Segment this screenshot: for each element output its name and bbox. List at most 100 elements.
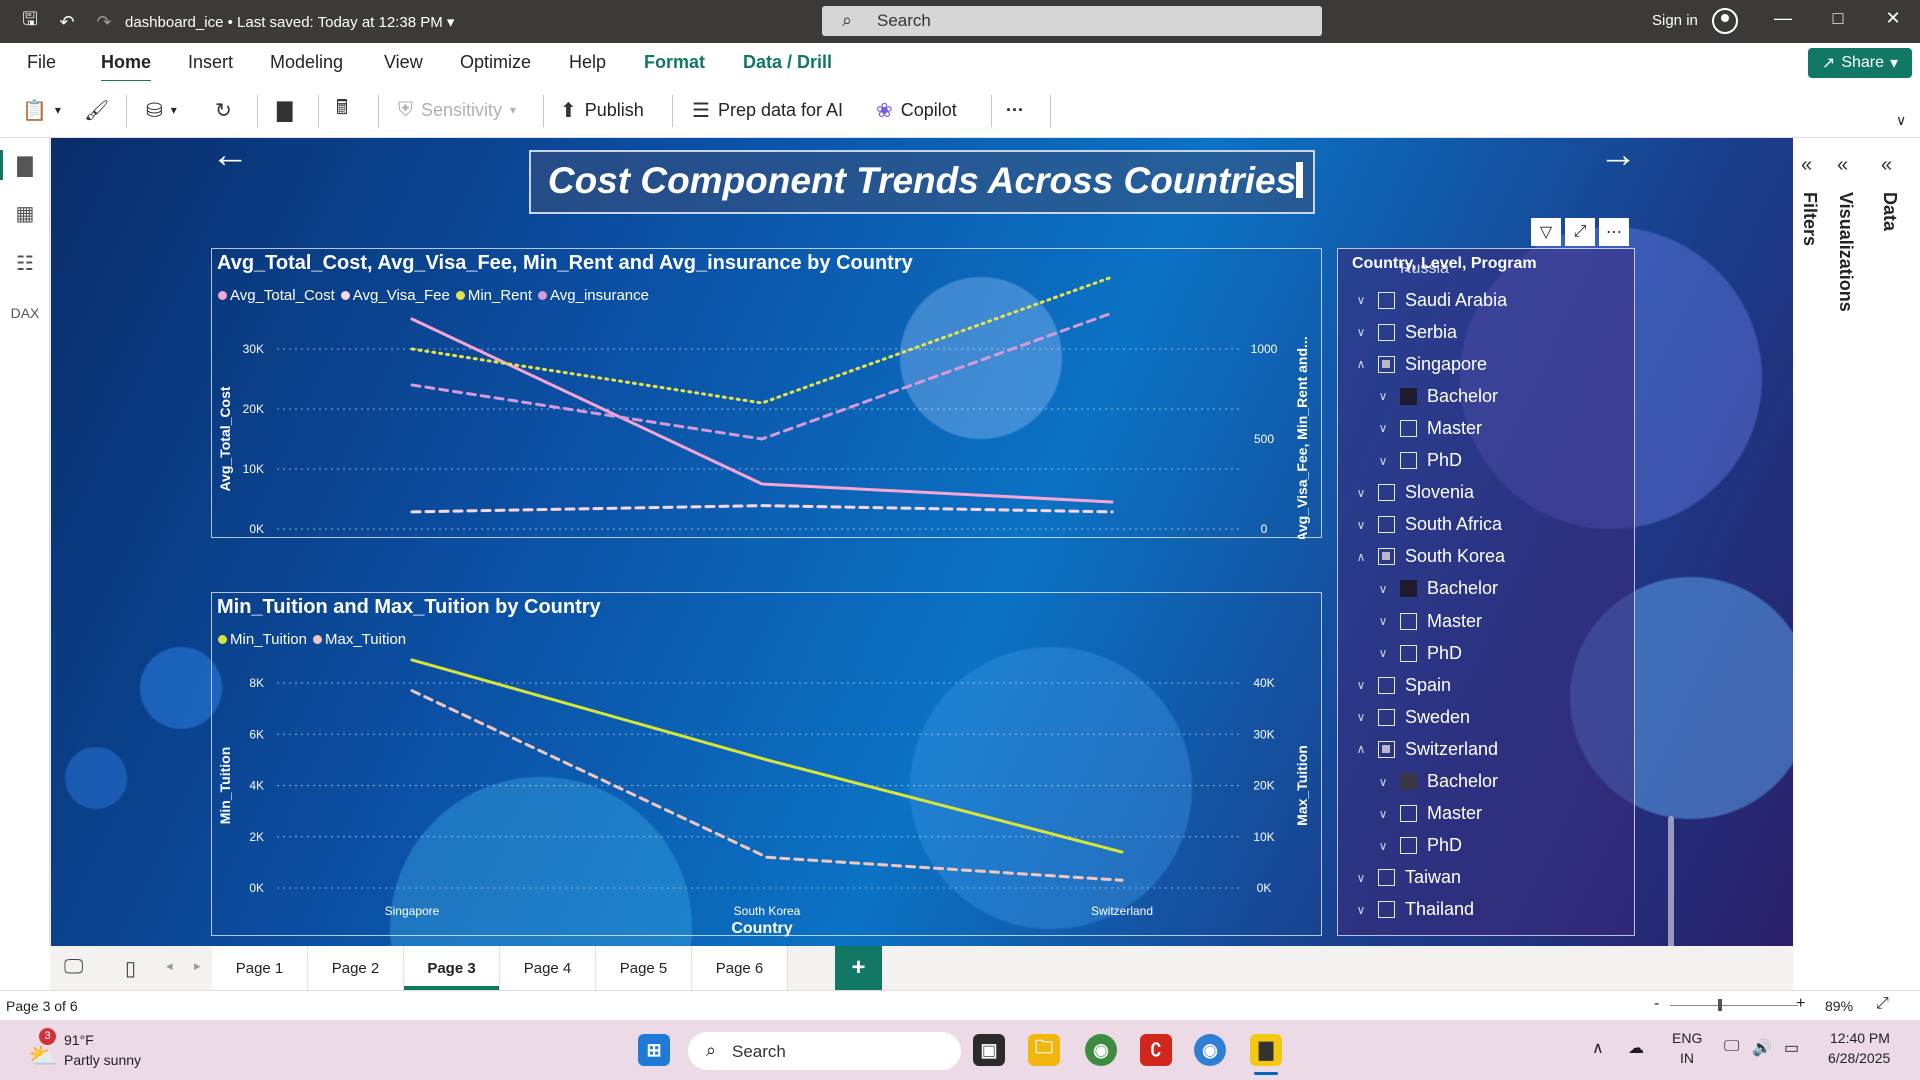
start-icon[interactable]: ⊞: [638, 1034, 670, 1066]
table-view-icon[interactable]: ▦: [12, 200, 38, 226]
publish-button[interactable]: ⬆ Publish: [560, 95, 644, 125]
add-page-button[interactable]: +: [835, 946, 882, 990]
chevron-down-icon[interactable]: ∨: [1374, 389, 1392, 403]
tab-help[interactable]: Help: [569, 52, 606, 73]
chrome-profile-icon[interactable]: ◉: [1194, 1034, 1226, 1066]
back-arrow-icon[interactable]: ←: [211, 138, 249, 177]
slicer-subitem[interactable]: ∨ Bachelor: [1374, 770, 1498, 794]
tab-insert[interactable]: Insert: [188, 52, 233, 73]
chevron-up-icon[interactable]: ∧: [1352, 742, 1370, 756]
checkbox[interactable]: [1378, 901, 1395, 919]
slicer-scrollbar[interactable]: [1668, 816, 1674, 946]
chevron-down-icon[interactable]: ∨: [1896, 105, 1906, 135]
search-input[interactable]: ⌕ Search: [822, 6, 1322, 36]
dax-view-icon[interactable]: DAX: [11, 300, 40, 326]
region-label[interactable]: IN: [1680, 1050, 1694, 1066]
chevron-down-icon[interactable]: ∨: [1352, 486, 1370, 500]
sign-in-link[interactable]: Sign in: [1652, 12, 1698, 29]
chevron-down-icon[interactable]: ∨: [1352, 871, 1370, 885]
chevron-down-icon[interactable]: ∨: [1352, 325, 1370, 339]
model-view-icon[interactable]: ☷: [12, 250, 38, 276]
maximize-icon[interactable]: □: [1823, 8, 1853, 29]
slicer-subitem[interactable]: ∨ PhD: [1374, 641, 1462, 665]
zoom-in-button[interactable]: +: [1796, 995, 1805, 1013]
slicer-item[interactable]: ∨ Slovenia: [1352, 481, 1474, 505]
slicer-item[interactable]: ∨ South Africa: [1352, 513, 1502, 537]
chevron-down-icon[interactable]: ∨: [1374, 421, 1392, 435]
document-title[interactable]: dashboard_ice • Last saved: Today at 12:…: [125, 13, 454, 31]
checkbox[interactable]: [1400, 580, 1417, 598]
refresh-button[interactable]: ↻: [215, 95, 232, 125]
checkbox[interactable]: [1378, 708, 1395, 726]
expand-chevron-icon[interactable]: «: [1881, 154, 1892, 177]
display-icon[interactable]: 🖵: [1724, 1038, 1739, 1056]
tab-page-4[interactable]: Page 4: [500, 946, 596, 990]
chevron-up-icon[interactable]: ∧: [1592, 1038, 1604, 1058]
new-measure-button[interactable]: 🖩: [336, 95, 348, 125]
chevron-down-icon[interactable]: ∨: [1352, 710, 1370, 724]
slicer-item[interactable]: ∨ Serbia: [1352, 320, 1457, 344]
chevron-down-icon[interactable]: ∨: [1374, 454, 1392, 468]
checkbox[interactable]: [1400, 644, 1417, 662]
chevron-down-icon[interactable]: ∨: [1352, 293, 1370, 307]
chevron-down-icon[interactable]: ∨: [1352, 518, 1370, 532]
slicer-subitem[interactable]: ∨ PhD: [1374, 834, 1462, 858]
tab-format[interactable]: Format: [644, 52, 705, 73]
checkbox[interactable]: [1400, 419, 1417, 437]
tab-data-drill[interactable]: Data / Drill: [743, 52, 832, 73]
slicer-item[interactable]: ∨ Sweden: [1352, 705, 1470, 729]
checkbox[interactable]: [1400, 837, 1417, 855]
filter-icon[interactable]: ▽: [1531, 218, 1561, 246]
clock-time[interactable]: 12:40 PM: [1830, 1030, 1890, 1046]
task-view-icon[interactable]: ▣: [973, 1034, 1005, 1066]
slicer-item[interactable]: ∧ Singapore: [1352, 352, 1487, 376]
checkbox[interactable]: [1400, 773, 1417, 790]
tab-home[interactable]: Home: [101, 52, 152, 83]
minimize-icon[interactable]: —: [1768, 8, 1798, 29]
weather-icon[interactable]: ⛅ 3: [24, 1028, 58, 1070]
checkbox[interactable]: [1378, 548, 1395, 566]
chevron-up-icon[interactable]: ∧: [1352, 357, 1370, 371]
slicer-item[interactable]: ∧ Switzerland: [1352, 737, 1498, 761]
chevron-down-icon[interactable]: ∨: [1374, 582, 1392, 596]
expand-chevron-icon[interactable]: «: [1837, 154, 1848, 177]
save-icon[interactable]: 🖫: [18, 9, 42, 34]
share-button[interactable]: ↗ Share ▾: [1808, 48, 1912, 78]
slicer-subitem[interactable]: ∨ Bachelor: [1374, 577, 1498, 601]
more-options-icon[interactable]: ⋯: [1599, 218, 1629, 246]
filters-pane-collapsed[interactable]: « Filters: [1793, 142, 1827, 522]
more-options-button[interactable]: ···: [1006, 95, 1024, 125]
checkbox[interactable]: [1400, 387, 1417, 405]
avatar-icon[interactable]: [1712, 8, 1738, 34]
checkbox[interactable]: [1378, 484, 1395, 502]
checkbox[interactable]: [1378, 516, 1395, 534]
tab-page-2[interactable]: Page 2: [308, 946, 404, 990]
prep-data-button[interactable]: ☰ Prep data for AI: [692, 95, 843, 125]
chevron-up-icon[interactable]: ∧: [1352, 550, 1370, 564]
chevron-down-icon[interactable]: ∨: [1374, 807, 1392, 821]
slicer-item[interactable]: ∨ Spain: [1352, 673, 1451, 697]
acrobat-icon[interactable]: ∁: [1140, 1034, 1172, 1066]
zoom-slider-thumb[interactable]: [1718, 999, 1722, 1011]
scroll-left-icon[interactable]: ◂: [166, 958, 173, 974]
copilot-button[interactable]: ❀ Copilot: [876, 95, 957, 125]
visualizations-pane-collapsed[interactable]: « Visualizations: [1829, 142, 1863, 522]
slicer-subitem[interactable]: ∨ Bachelor: [1374, 384, 1498, 408]
report-view-icon[interactable]: ▇: [0, 150, 38, 180]
chevron-down-icon[interactable]: ∨: [1352, 678, 1370, 692]
file-explorer-icon[interactable]: 🗀: [1028, 1034, 1060, 1066]
slicer-subitem[interactable]: ∨ Master: [1374, 416, 1482, 440]
checkbox[interactable]: [1378, 355, 1395, 373]
tab-page-1[interactable]: Page 1: [212, 946, 308, 990]
data-pane-collapsed[interactable]: « Data: [1873, 142, 1907, 522]
chevron-down-icon[interactable]: ∨: [1374, 646, 1392, 660]
slicer-item[interactable]: ∧ South Korea: [1352, 545, 1505, 569]
get-data-button[interactable]: ⛁ ▾: [146, 95, 177, 125]
tab-page-3[interactable]: Page 3: [404, 946, 500, 990]
tab-optimize[interactable]: Optimize: [460, 52, 531, 73]
network-icon[interactable]: ☁: [1628, 1038, 1644, 1058]
slicer-item[interactable]: ∨ Thailand: [1352, 898, 1474, 922]
tab-modeling[interactable]: Modeling: [270, 52, 343, 73]
power-bi-icon[interactable]: ▇: [1250, 1034, 1282, 1066]
paste-button[interactable]: 📋 ▾: [22, 95, 61, 125]
